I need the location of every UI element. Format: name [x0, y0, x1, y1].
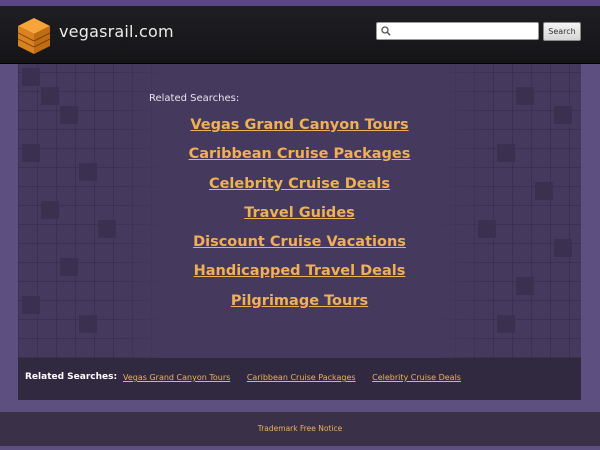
related-link[interactable]: Discount Cruise Vacations	[18, 230, 581, 259]
search-box[interactable]	[376, 22, 539, 40]
footer-links: Vegas Grand Canyon Tours Caribbean Cruis…	[123, 373, 475, 382]
related-link[interactable]: Pilgrimage Tours	[18, 289, 581, 318]
search-icon	[381, 26, 391, 36]
trademark-bar: Trademark Free Notice	[0, 412, 600, 446]
search-input[interactable]	[394, 23, 536, 39]
related-link[interactable]: Vegas Grand Canyon Tours	[18, 113, 581, 142]
search-button[interactable]: Search	[543, 22, 581, 41]
orange-cube-stack-icon[interactable]	[18, 18, 50, 54]
trademark-link[interactable]: Trademark Free Notice	[0, 424, 600, 433]
footer-link[interactable]: Caribbean Cruise Packages	[247, 373, 356, 382]
pattern-tile	[516, 87, 534, 105]
related-link[interactable]: Caribbean Cruise Packages	[18, 142, 581, 171]
site-name[interactable]: vegasrail.com	[59, 22, 174, 41]
footer-link[interactable]: Celebrity Cruise Deals	[372, 373, 461, 382]
related-searches-heading: Related Searches:	[149, 93, 240, 104]
footer-link[interactable]: Vegas Grand Canyon Tours	[123, 373, 230, 382]
related-link[interactable]: Travel Guides	[18, 201, 581, 230]
pattern-tile	[41, 87, 59, 105]
pattern-tile	[22, 68, 40, 86]
related-link[interactable]: Celebrity Cruise Deals	[18, 172, 581, 201]
related-link[interactable]: Handicapped Travel Deals	[18, 259, 581, 288]
related-links-list: Vegas Grand Canyon Tours Caribbean Cruis…	[18, 113, 581, 318]
footer-related-label: Related Searches:	[25, 372, 118, 382]
footer-related-bar: Related Searches: Vegas Grand Canyon Tou…	[18, 358, 581, 400]
